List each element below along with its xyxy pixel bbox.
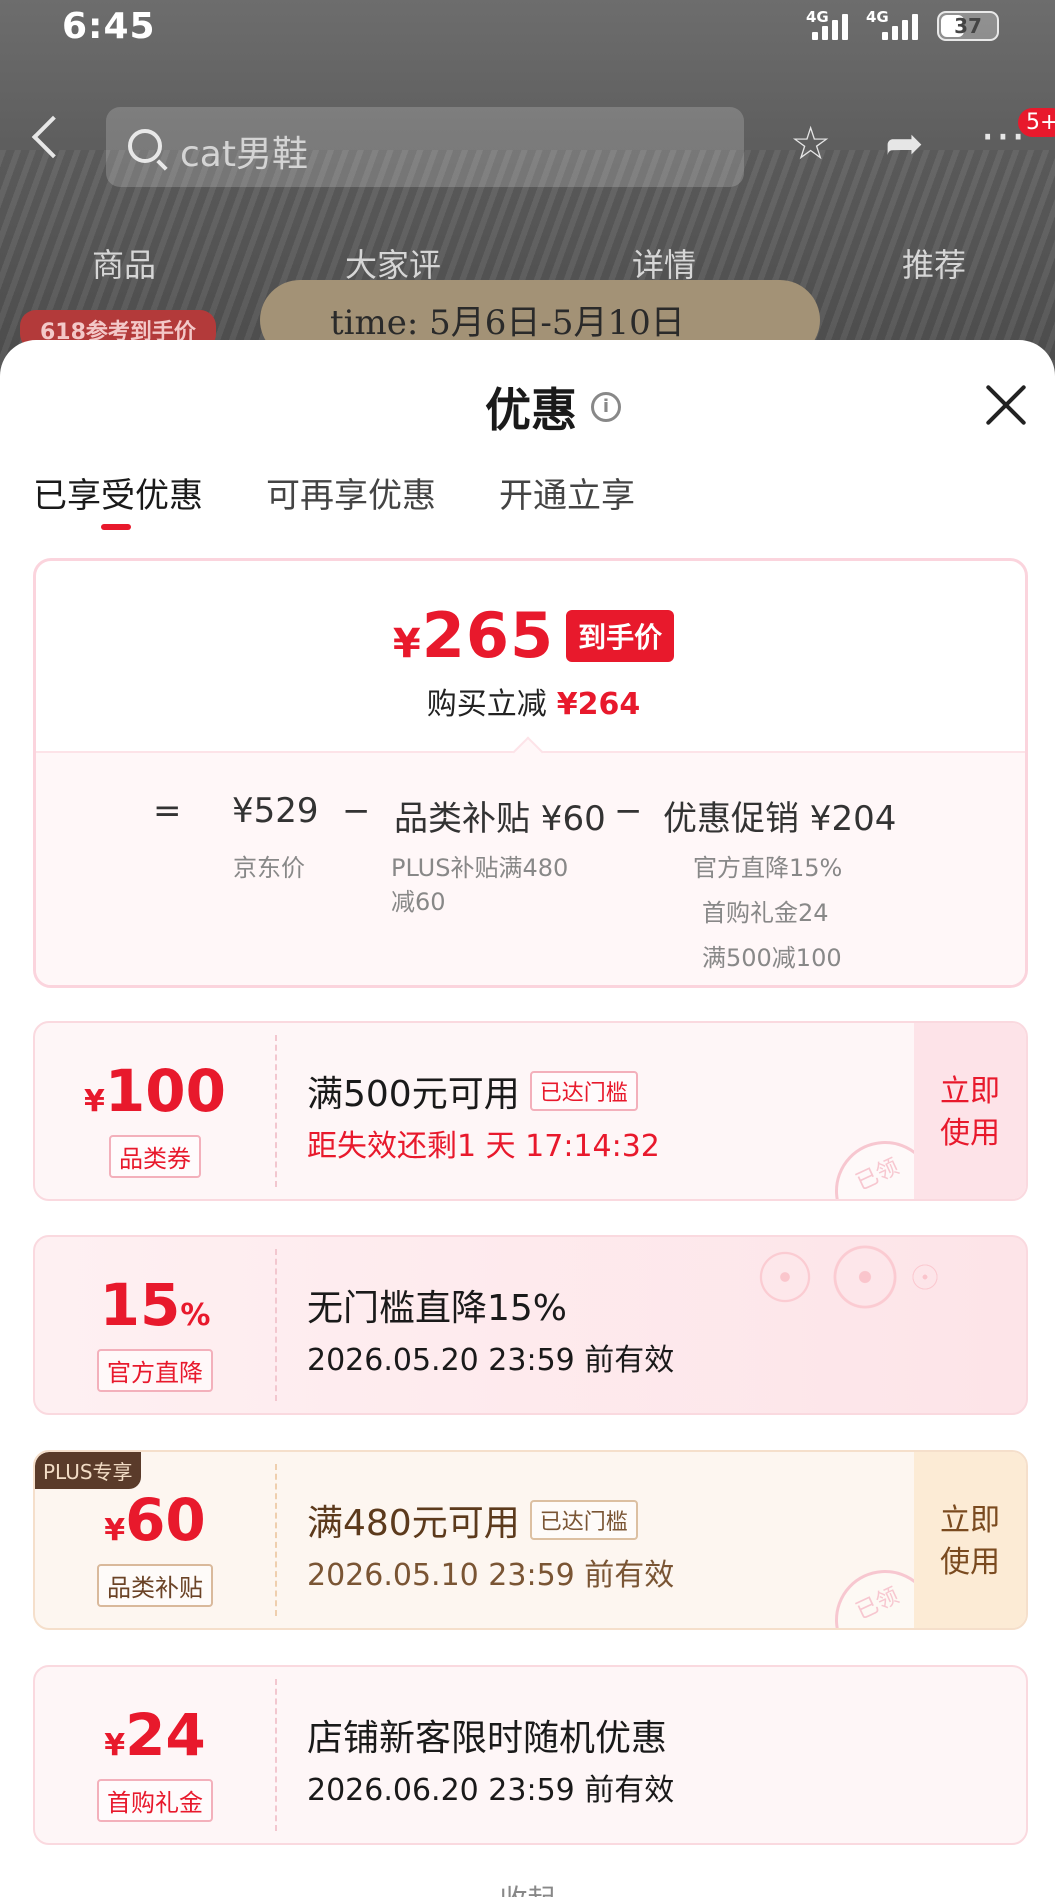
threshold-reached-badge: 已达门槛 xyxy=(529,1071,638,1111)
coupon-amount: ¥60 xyxy=(104,1486,206,1554)
coupon-value: 15% 官方直降 xyxy=(35,1237,275,1413)
use-now-button[interactable]: 立即 使用 xyxy=(914,1023,1026,1199)
coupon-amount: ¥100 xyxy=(84,1057,226,1125)
battery-icon: 37 xyxy=(937,11,999,41)
final-price-tag: 到手价 xyxy=(566,609,675,662)
tab-activate-now[interactable]: 开通立享 xyxy=(499,468,635,517)
close-icon[interactable] xyxy=(983,382,1029,428)
collapse-button[interactable]: 收起 xyxy=(0,1878,1055,1897)
final-price: ¥265 xyxy=(392,599,555,672)
promo-note: 官方直降15% xyxy=(693,854,843,882)
coupon-divider xyxy=(275,1249,277,1401)
coupon-value: ¥100 品类券 xyxy=(35,1023,275,1199)
share-icon[interactable]: ➦ xyxy=(885,120,924,166)
coupon-type: 品类券 xyxy=(109,1135,201,1178)
promo-note: 首购礼金24 xyxy=(702,899,829,927)
star-icon[interactable]: ☆ xyxy=(790,120,831,166)
use-now-button[interactable]: 立即 使用 xyxy=(914,1452,1026,1628)
notification-badge: 5+ xyxy=(1018,108,1055,137)
category-subsidy-note: 减60 xyxy=(391,888,446,916)
discount-tabs: 已享受优惠 可再享优惠 开通立享 xyxy=(0,468,1055,528)
coupon-condition: 无门槛直降15% xyxy=(307,1288,568,1329)
price-summary-card: ¥265 到手价 购买立减 ¥264 = ¥529 − 品类补贴 ¥60 − 优惠… xyxy=(33,558,1028,988)
coupon-divider xyxy=(275,1464,277,1616)
tab-enjoyed-discounts[interactable]: 已享受优惠 xyxy=(33,468,203,517)
status-bar: 6:45 4G 4G 37 xyxy=(0,0,1055,56)
info-icon[interactable]: i xyxy=(591,392,621,422)
sheet-header: 优惠 i xyxy=(485,374,621,440)
coupon-condition: 店铺新客限时随机优惠 xyxy=(307,1718,668,1759)
coupon-condition: 满480元可用 已达门槛 xyxy=(307,1494,638,1546)
promo-time: time: 5月6日-5月10日 xyxy=(330,303,685,343)
coupon-validity: 2026.06.20 23:59 前有效 xyxy=(307,1773,675,1808)
coupon-type: 品类补贴 xyxy=(97,1564,213,1607)
final-price-row: ¥265 到手价 xyxy=(36,599,1025,672)
category-subsidy: 品类补贴 ¥60 xyxy=(394,799,606,839)
coupon-card[interactable]: ¥60 品类补贴 PLUS专享 满480元可用 已达门槛 2026.05.10 2… xyxy=(33,1450,1028,1630)
coupon-card[interactable]: 15% 官方直降 无门槛直降15% 2026.05.20 23:59 前有效 xyxy=(33,1235,1028,1415)
jd-price: ¥529 xyxy=(232,791,319,831)
plus-exclusive-tag: PLUS专享 xyxy=(35,1452,141,1489)
equals-sign: = xyxy=(153,791,182,831)
minus-sign: − xyxy=(614,791,643,831)
coupon-card[interactable]: ¥100 品类券 满500元可用 已达门槛 距失效还剩1 天 17:14:32 已… xyxy=(33,1021,1028,1201)
jd-price-label: 京东价 xyxy=(233,854,305,882)
coupon-countdown: 距失效还剩1 天 17:14:32 xyxy=(307,1129,660,1164)
coupon-validity: 2026.05.10 23:59 前有效 xyxy=(307,1558,675,1593)
coupon-type: 首购礼金 xyxy=(97,1779,213,1822)
search-icon xyxy=(128,129,162,163)
reduce-line: 购买立减 ¥264 xyxy=(426,687,641,722)
coupon-type: 官方直降 xyxy=(97,1349,213,1392)
coupon-card[interactable]: ¥24 首购礼金 店铺新客限时随机优惠 2026.06.20 23:59 前有效 xyxy=(33,1665,1028,1845)
active-tab-indicator xyxy=(101,524,131,530)
threshold-reached-badge: 已达门槛 xyxy=(529,1500,638,1540)
search-placeholder: cat男鞋 xyxy=(180,134,308,175)
promo-note: 满500减100 xyxy=(702,944,842,972)
signal-icon-1 xyxy=(812,12,848,40)
search-input[interactable]: cat男鞋 xyxy=(106,107,744,187)
reduce-value: ¥264 xyxy=(556,687,641,722)
signal-icon-2 xyxy=(882,12,918,40)
price-formula: = ¥529 − 品类补贴 ¥60 − 优惠促销 ¥204 xyxy=(36,791,1025,841)
tab-recommend[interactable]: 推荐 xyxy=(902,240,966,286)
coupon-divider xyxy=(275,1679,277,1831)
coupon-amount: ¥24 xyxy=(104,1701,206,1769)
tab-more-discounts[interactable]: 可再享优惠 xyxy=(266,468,436,517)
status-time: 6:45 xyxy=(62,6,156,47)
coupon-amount: 15% xyxy=(99,1271,211,1339)
discount-sheet: 优惠 i 已享受优惠 可再享优惠 开通立享 ¥265 到手价 购买立减 ¥264 … xyxy=(0,340,1055,1897)
fireworks-decoration xyxy=(735,1237,995,1347)
coupon-value: ¥24 首购礼金 xyxy=(35,1667,275,1843)
category-subsidy-note: PLUS补贴满480 xyxy=(391,854,569,882)
tab-product[interactable]: 商品 xyxy=(92,240,156,286)
coupon-divider xyxy=(275,1035,277,1187)
coupon-validity: 2026.05.20 23:59 前有效 xyxy=(307,1343,675,1378)
minus-sign: − xyxy=(342,791,371,831)
coupon-condition: 满500元可用 已达门槛 xyxy=(307,1065,638,1117)
promo-discount: 优惠促销 ¥204 xyxy=(663,799,897,839)
sheet-title: 优惠 xyxy=(485,383,577,437)
